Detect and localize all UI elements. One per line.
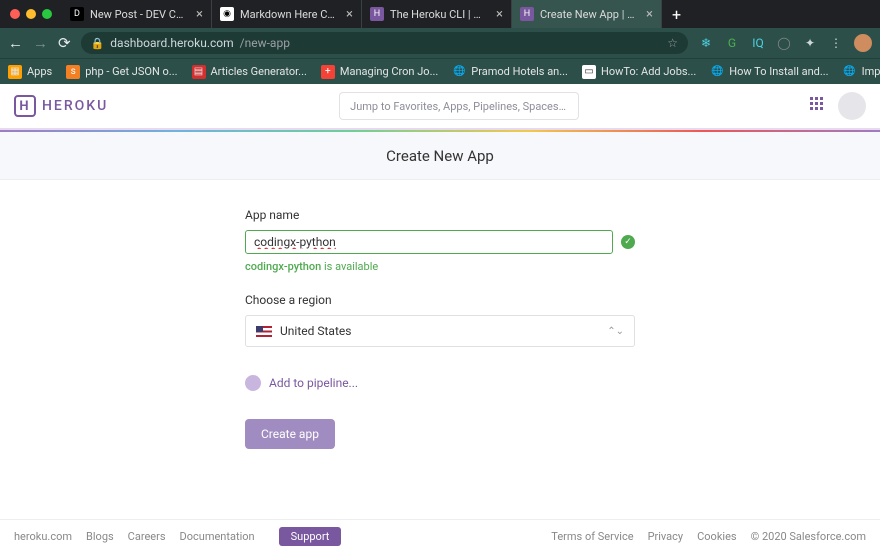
dev-favicon-icon: D: [70, 7, 84, 21]
reload-icon[interactable]: ⟳: [58, 34, 71, 52]
search-placeholder: Jump to Favorites, Apps, Pipelines, Spac…: [350, 100, 566, 113]
region-value: United States: [280, 324, 351, 338]
availability-message: codingx-python is available: [245, 260, 635, 273]
extensions-puzzle-icon[interactable]: ✦: [802, 35, 818, 51]
profile-avatar-icon[interactable]: [854, 34, 872, 52]
extension-icon[interactable]: IQ: [750, 35, 766, 51]
bookmark[interactable]: +Managing Cron Jo...: [321, 65, 438, 79]
tab-label: The Heroku CLI | Heroku Dev C: [390, 8, 486, 21]
footer-link[interactable]: Careers: [128, 530, 166, 543]
tab-label: New Post - DEV Community 🌱: [90, 8, 186, 21]
heroku-favicon-icon: H: [520, 7, 534, 21]
search-input[interactable]: Jump to Favorites, Apps, Pipelines, Spac…: [339, 92, 579, 120]
browser-tab-active[interactable]: H Create New App | Heroku ×: [512, 0, 662, 28]
extension-icon[interactable]: ❄: [698, 35, 714, 51]
app-name-label: App name: [245, 208, 635, 222]
url-path: /new-app: [240, 36, 290, 50]
forward-icon[interactable]: →: [33, 34, 48, 52]
region-label: Choose a region: [245, 293, 635, 307]
address-bar[interactable]: 🔒 dashboard.heroku.com/new-app ☆: [81, 32, 688, 54]
browser-tab[interactable]: H The Heroku CLI | Heroku Dev C ×: [362, 0, 512, 28]
extension-icon[interactable]: G: [724, 35, 740, 51]
back-icon[interactable]: ←: [8, 34, 23, 52]
window-controls: [0, 9, 62, 19]
bookmark[interactable]: ▭HowTo: Add Jobs...: [582, 65, 696, 79]
footer-link[interactable]: Documentation: [180, 530, 255, 543]
footer-link[interactable]: Cookies: [697, 530, 736, 543]
bookmark[interactable]: ▤Articles Generator...: [192, 65, 307, 79]
nav-bar: ← → ⟳ 🔒 dashboard.heroku.com/new-app ☆ ❄…: [0, 28, 880, 58]
footer-copyright: © 2020 Salesforce.com: [751, 530, 866, 543]
close-tab-icon[interactable]: ×: [196, 7, 203, 22]
close-tab-icon[interactable]: ×: [646, 7, 653, 22]
bookmark[interactable]: 🌐How To Install and...: [710, 65, 828, 79]
github-favicon-icon: ◉: [220, 7, 234, 21]
browser-tab[interactable]: ◉ Markdown Here Cheatsheet - a ×: [212, 0, 362, 28]
star-icon[interactable]: ☆: [667, 36, 678, 50]
extension-icon[interactable]: ◯: [776, 35, 792, 51]
tab-label: Create New App | Heroku: [540, 8, 636, 21]
heroku-header: H HEROKU Jump to Favorites, Apps, Pipeli…: [0, 84, 880, 130]
add-to-pipeline-link[interactable]: Add to pipeline...: [245, 375, 635, 391]
tab-label: Markdown Here Cheatsheet - a: [240, 8, 336, 21]
app-name-input[interactable]: [245, 230, 613, 254]
us-flag-icon: [256, 326, 272, 337]
pipeline-icon: [245, 375, 261, 391]
footer-link[interactable]: Terms of Service: [551, 530, 633, 543]
tab-strip: D New Post - DEV Community 🌱 × ◉ Markdow…: [0, 0, 880, 28]
heroku-brand-text: HEROKU: [42, 98, 108, 114]
bookmark[interactable]: ▦Apps: [8, 65, 52, 79]
lock-icon: 🔒: [91, 37, 105, 50]
support-button[interactable]: Support: [279, 527, 342, 546]
bookmark[interactable]: sphp - Get JSON o...: [66, 65, 177, 79]
close-window-icon[interactable]: [10, 9, 20, 19]
menu-icon[interactable]: ⋮: [828, 35, 844, 51]
maximize-window-icon[interactable]: [42, 9, 52, 19]
apps-grid-icon[interactable]: [810, 97, 828, 115]
footer-link[interactable]: heroku.com: [14, 530, 72, 543]
heroku-logo[interactable]: H HEROKU: [14, 95, 108, 117]
new-tab-button[interactable]: +: [662, 5, 691, 24]
browser-tab[interactable]: D New Post - DEV Community 🌱 ×: [62, 0, 212, 28]
bookmark-bar: ▦Apps sphp - Get JSON o... ▤Articles Gen…: [0, 58, 880, 84]
bookmark[interactable]: 🌐Pramod Hotels an...: [452, 65, 568, 79]
page-title: Create New App: [0, 132, 880, 180]
create-app-button[interactable]: Create app: [245, 419, 335, 449]
footer-link[interactable]: Blogs: [86, 530, 114, 543]
heroku-favicon-icon: H: [370, 7, 384, 21]
check-icon: ✓: [621, 235, 635, 249]
bookmark[interactable]: 🌐Importing and Exp...: [843, 65, 880, 79]
user-avatar[interactable]: [838, 92, 866, 120]
close-tab-icon[interactable]: ×: [496, 7, 503, 22]
minimize-window-icon[interactable]: [26, 9, 36, 19]
region-select[interactable]: United States ⌃⌄: [245, 315, 635, 347]
heroku-mark-icon: H: [14, 95, 36, 117]
close-tab-icon[interactable]: ×: [346, 7, 353, 22]
footer-link[interactable]: Privacy: [648, 530, 684, 543]
url-host: dashboard.heroku.com: [110, 36, 233, 50]
footer: heroku.com Blogs Careers Documentation S…: [0, 519, 880, 553]
chevron-down-icon: ⌃⌄: [607, 326, 624, 337]
